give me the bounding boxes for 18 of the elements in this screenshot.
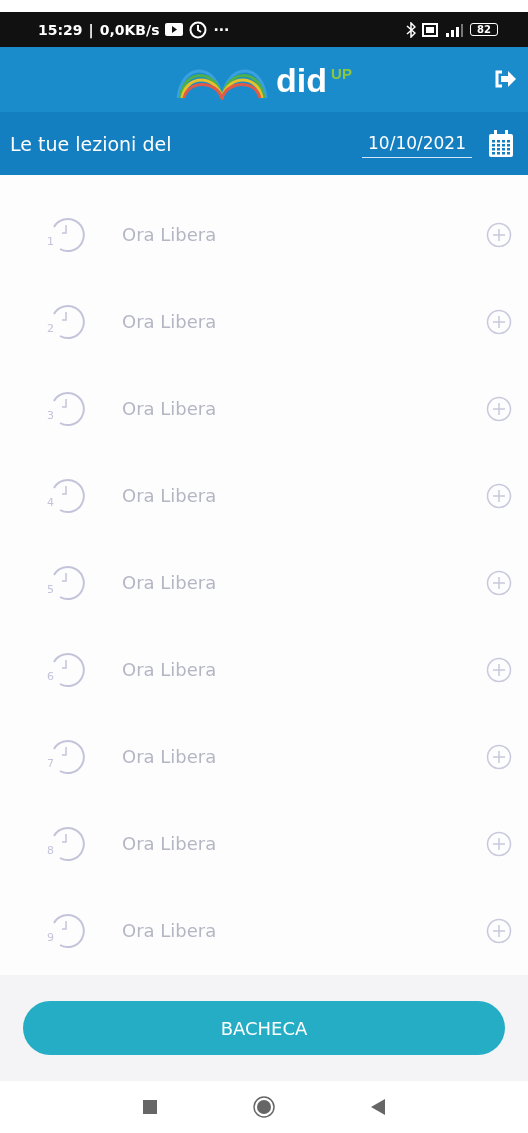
lesson-title: Ora Libera (122, 485, 218, 506)
status-time: 15:29 (38, 21, 83, 38)
battery-indicator: 82 (470, 23, 498, 36)
lesson-title: Ora Libera (122, 224, 218, 245)
bacheca-button[interactable]: BACHECA (23, 1001, 505, 1055)
lesson-title: Ora Libera (122, 572, 218, 593)
lesson-title: Ora Libera (122, 920, 218, 941)
lesson-title: Ora Libera (122, 398, 218, 419)
lesson-title: Ora Libera (122, 311, 218, 332)
lesson-title: Ora Libera (122, 833, 218, 854)
separator: | (88, 21, 94, 38)
lesson-title: Ora Libera (122, 659, 218, 680)
app-logo-text: did$^{UP}$ (276, 59, 352, 101)
more-indicator: ··· (213, 21, 230, 38)
date-label: Le tue lezioni del (10, 132, 173, 155)
lesson-title: Ora Libera (122, 746, 218, 767)
date-field[interactable]: 10/10/2021 (362, 129, 472, 158)
network-speed: 0,0KB/s (99, 21, 160, 38)
